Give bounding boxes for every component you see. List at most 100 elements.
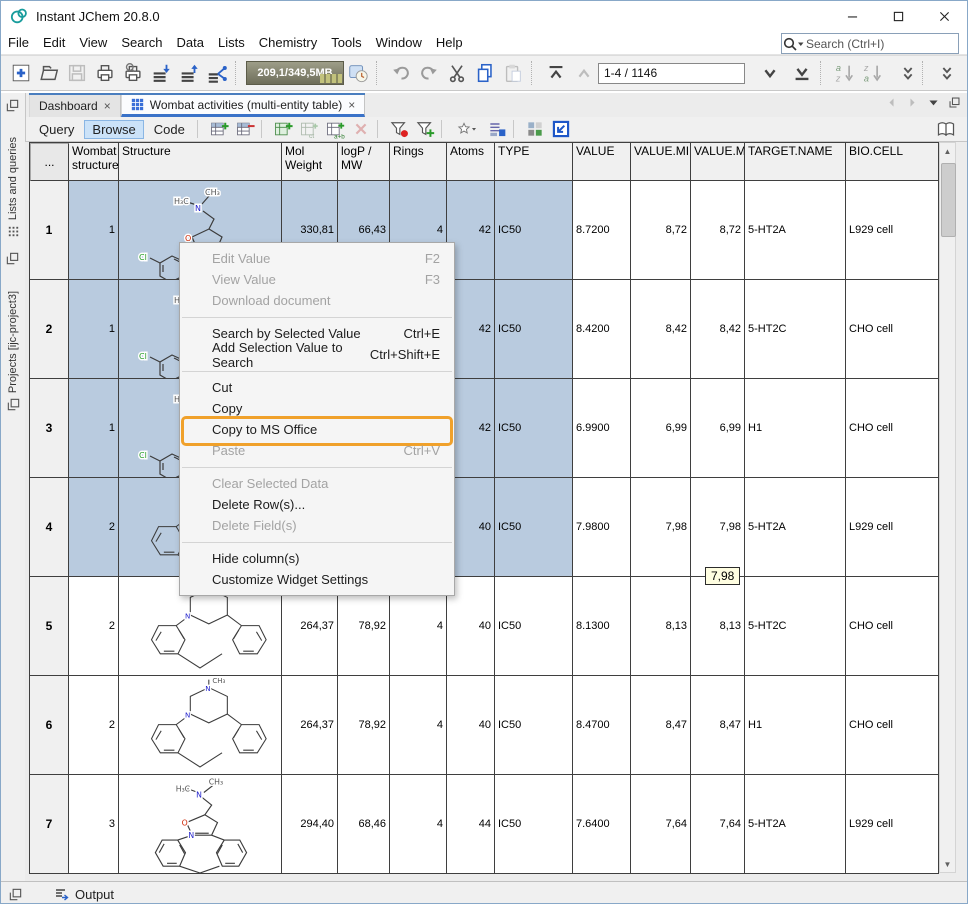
first-row-button[interactable] (542, 60, 570, 86)
sidebar-tab-projects[interactable]: Projects [ijc-project3] (2, 291, 24, 412)
favorites-star-button[interactable] (450, 118, 484, 140)
cell-wombat[interactable]: 1 (69, 280, 119, 379)
table-row-4[interactable]: 42NN40IC507.98007,987,985-HT2AL929 cell (30, 478, 939, 577)
tab-wombat-activities[interactable]: Wombat activities (multi-entity table)× (121, 95, 366, 117)
cell-type[interactable]: IC50 (495, 577, 573, 676)
menu-item-cut[interactable]: Cut (180, 377, 454, 398)
share-data-button[interactable] (203, 60, 231, 86)
menu-tools[interactable]: Tools (324, 33, 368, 52)
filter-active-button[interactable] (386, 118, 412, 140)
cell-atoms[interactable]: 44 (447, 775, 495, 874)
cell-wombat[interactable]: 2 (69, 577, 119, 676)
sort-descending-button[interactable]: za (859, 60, 887, 86)
cell-target[interactable]: 5-HT2A (745, 478, 846, 577)
cell-mol_weight[interactable]: 294,40 (282, 775, 338, 874)
float-window-icon[interactable] (948, 96, 961, 114)
add-chemical-terms-button[interactable]: ct (296, 118, 322, 140)
cell-value_max[interactable]: 7,98 (691, 478, 745, 577)
add-calculated-field-button[interactable]: a+b (322, 118, 348, 140)
delete-field-button[interactable] (348, 118, 374, 140)
maximize-button[interactable] (875, 1, 921, 31)
cell-wombat[interactable]: 1 (69, 379, 119, 478)
cut-button[interactable] (443, 60, 471, 86)
cell-value_min[interactable]: 8,47 (631, 676, 691, 775)
column-header-selector[interactable]: ... (30, 143, 69, 181)
code-mode-button[interactable]: Code (146, 120, 193, 139)
dock-minimize-icon[interactable] (5, 98, 20, 113)
table-row-6[interactable]: 62CH₃NN264,3778,92440IC508.47008,478,47H… (30, 676, 939, 775)
cell-mol_weight[interactable]: 264,37 (282, 676, 338, 775)
column-header-rings[interactable]: Rings (390, 143, 447, 181)
widget-layout-button[interactable] (522, 118, 548, 140)
menu-window[interactable]: Window (369, 33, 429, 52)
export-table-button[interactable] (548, 118, 574, 140)
cell-wombat[interactable]: 2 (69, 478, 119, 577)
cell-value_min[interactable]: 8,13 (631, 577, 691, 676)
menu-edit[interactable]: Edit (36, 33, 72, 52)
add-row-button[interactable] (206, 118, 232, 140)
cell-value_max[interactable]: 7,64 (691, 775, 745, 874)
dock-minimize2-icon[interactable] (5, 251, 20, 266)
table-row-3[interactable]: 31CH₃H₃CNONCl42IC506.99006,996,99H1CHO c… (30, 379, 939, 478)
toolbar-overflow2-icon[interactable] (933, 60, 961, 86)
list-widget-button[interactable] (484, 118, 510, 140)
search-icon[interactable] (782, 36, 806, 51)
cell-num[interactable]: 1 (30, 181, 69, 280)
cell-num[interactable]: 5 (30, 577, 69, 676)
cell-wombat[interactable]: 3 (69, 775, 119, 874)
cell-logp[interactable]: 68,46 (338, 775, 390, 874)
cell-bio_cell[interactable]: CHO cell (846, 676, 939, 775)
cell-value_min[interactable]: 8,72 (631, 181, 691, 280)
close-button[interactable] (921, 1, 967, 31)
tab-scroll-left-icon[interactable] (885, 96, 898, 114)
cell-rings[interactable]: 4 (390, 676, 447, 775)
cell-target[interactable]: 5-HT2A (745, 775, 846, 874)
cell-value_min[interactable]: 8,42 (631, 280, 691, 379)
column-header-target-name[interactable]: TARGET.NAME (745, 143, 846, 181)
column-header-value[interactable]: VALUE (573, 143, 631, 181)
table-row-7[interactable]: 73CH₃H₃CNON294,4068,46444IC507.64007,647… (30, 775, 939, 874)
scroll-down-icon[interactable]: ▼ (940, 856, 955, 872)
column-header-structure[interactable]: Structure (119, 143, 282, 181)
cell-bio_cell[interactable]: CHO cell (846, 280, 939, 379)
menu-help[interactable]: Help (429, 33, 470, 52)
search-input[interactable]: Search (Ctrl+I) (781, 33, 959, 54)
cell-bio_cell[interactable]: CHO cell (846, 379, 939, 478)
tab-close-icon[interactable]: × (104, 99, 111, 113)
menu-item-copy-to-ms-office[interactable]: Copy to MS Office (180, 419, 454, 440)
tab-close-icon[interactable]: × (348, 98, 355, 112)
tab-dashboard[interactable]: Dashboard× (29, 95, 121, 117)
cell-wombat[interactable]: 2 (69, 676, 119, 775)
query-mode-button[interactable]: Query (31, 120, 82, 139)
cell-num[interactable]: 2 (30, 280, 69, 379)
import-button[interactable] (147, 60, 175, 86)
molecule-structure[interactable]: CH₃NN (119, 676, 282, 775)
next-row-button[interactable] (756, 60, 784, 86)
menu-search[interactable]: Search (114, 33, 169, 52)
row-range-input[interactable]: 1-4 / 1146 (598, 63, 745, 84)
sort-ascending-button[interactable]: az (831, 60, 859, 86)
column-header-atoms[interactable]: Atoms (447, 143, 495, 181)
add-filter-button[interactable] (412, 118, 438, 140)
cell-value[interactable]: 6.9900 (573, 379, 631, 478)
menu-view[interactable]: View (72, 33, 114, 52)
toolbar-overflow-icon[interactable] (894, 60, 922, 86)
cell-num[interactable]: 3 (30, 379, 69, 478)
dock-output-icon[interactable] (8, 887, 23, 902)
add-data-tree-button[interactable] (270, 118, 296, 140)
output-tab-label[interactable]: Output (75, 887, 114, 902)
save-button[interactable] (63, 60, 91, 86)
column-header-type[interactable]: TYPE (495, 143, 573, 181)
print-preview-button[interactable] (119, 60, 147, 86)
column-header-logp-mw[interactable]: logP / MW (338, 143, 390, 181)
cell-bio_cell[interactable]: L929 cell (846, 478, 939, 577)
cell-value_max[interactable]: 8,47 (691, 676, 745, 775)
cell-target[interactable]: H1 (745, 676, 846, 775)
cell-target[interactable]: 5-HT2C (745, 280, 846, 379)
cell-num[interactable]: 7 (30, 775, 69, 874)
column-header-value-max[interactable]: VALUE.MAX (691, 143, 745, 181)
previous-row-button[interactable] (570, 60, 598, 86)
sidebar-tab-lists-and-queries[interactable]: Lists and queries (2, 137, 24, 239)
table-row-2[interactable]: 21CH₃H₃CNONCl42IC508.42008,428,425-HT2CC… (30, 280, 939, 379)
cell-type[interactable]: IC50 (495, 676, 573, 775)
